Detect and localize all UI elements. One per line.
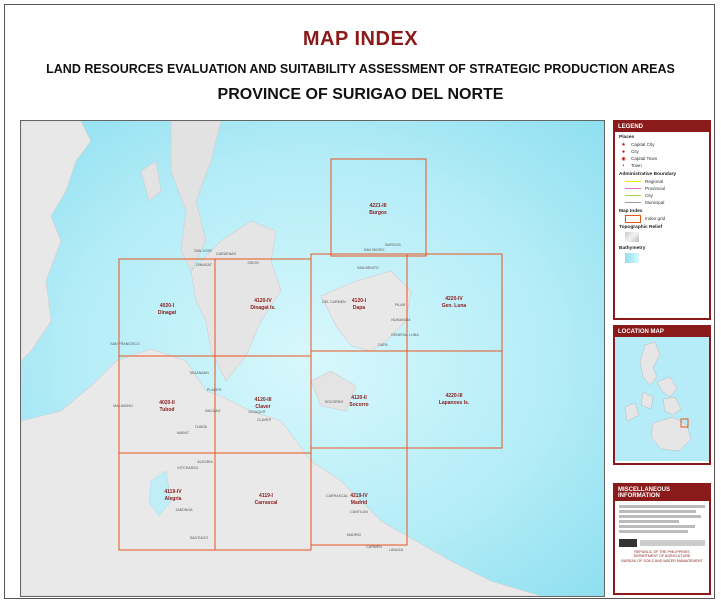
misc-info-title: MISCELLANEOUS INFORMATION: [615, 485, 709, 501]
city-line-icon: [625, 195, 641, 196]
sheet-code: 4020-II: [159, 400, 175, 406]
sheet-code: 4119-IV: [164, 489, 182, 495]
location-map-canvas: [615, 337, 709, 461]
place-label: BURGOS: [385, 243, 401, 247]
place-label: SAN ISIDRO: [364, 248, 385, 252]
agency-block: REPUBLIC OF THE PHILIPPINES DEPARTMENT O…: [621, 550, 703, 563]
legend-panel: LEGEND Places ★ Capital City ● City ◉ Capit…: [613, 120, 711, 320]
sheet-name: Madrid: [351, 500, 367, 506]
place-label: TUBOD: [195, 425, 208, 429]
sheet-code: 4020-I: [160, 303, 175, 309]
place-label: GIGAQUIT: [248, 410, 266, 414]
map-title: MAP INDEX: [302, 28, 419, 50]
legend-item: ◉ Capital Town: [615, 155, 709, 162]
place-label: SAN BENITO: [357, 266, 379, 270]
regional-line-icon: [625, 181, 641, 182]
place-label: DINAGAT: [196, 263, 213, 267]
legend-item: Municipal: [615, 199, 709, 206]
legend-item: ★ Capital City: [615, 141, 709, 148]
sheet-name: Tubod: [160, 407, 175, 413]
star-icon: ★: [621, 141, 626, 148]
place-label: CARMEN: [366, 545, 382, 549]
place-label: MADRID: [347, 533, 362, 537]
province-title: PROVINCE OF SURIGAO DEL NORTE: [217, 86, 504, 103]
index-map[interactable]: 4221-III Burgos 4020-I Dinagat 4120-IV D…: [20, 120, 605, 597]
sheet-name: Carrascal: [255, 500, 278, 506]
legend-bathy-heading: Bathymetry: [619, 246, 646, 251]
place-label: SANTIAGO: [190, 536, 209, 540]
sheet-code: 4119-I: [259, 493, 274, 499]
place-label: ALEGRIA: [197, 460, 213, 464]
sheet-code: Socorro: [349, 402, 368, 408]
place-label: CANTILAN: [350, 510, 368, 514]
license-badge-icon: [619, 539, 637, 547]
legend-item: City: [615, 192, 709, 199]
sheet-code: 4221-III: [370, 203, 388, 209]
legend-item: [615, 252, 709, 264]
legend-relief-heading: Topographic Relief: [619, 225, 663, 230]
sheet-code: 4120-III: [255, 397, 273, 403]
sheet-name: Burgos: [369, 210, 387, 216]
place-label: MALIMONO: [113, 404, 133, 408]
location-map-panel: LOCATION MAP: [613, 325, 711, 465]
legend-item: • Town: [615, 162, 709, 169]
map-subtitle: LAND RESOURCES EVALUATION AND SUITABILIT…: [46, 62, 675, 76]
municipal-line-icon: [625, 202, 641, 203]
misc-info-panel: MISCELLANEOUS INFORMATION REPUBLIC OF TH…: [613, 483, 711, 595]
place-label: CARRASCAL: [326, 494, 348, 498]
legend-item: ● City: [615, 148, 709, 155]
sheet-code: 4220-IV: [445, 296, 463, 302]
place-label: NUMANCIA: [391, 318, 411, 322]
place-label: SOCORRO: [325, 400, 344, 404]
legend-item: Regional: [615, 178, 709, 185]
legend-places-heading: Places: [619, 135, 635, 140]
misc-info-text: [615, 501, 709, 537]
legend-title: LEGEND: [615, 122, 709, 132]
sheet-name: Dapa: [353, 305, 365, 311]
sheet-name: Dinagat Is.: [250, 305, 276, 311]
place-label: SAN FRANCISCO: [110, 342, 140, 346]
place-label: PLACER: [207, 388, 222, 392]
place-label: PILAR: [395, 303, 406, 307]
legend-item: [615, 231, 709, 243]
index-grid-icon: [625, 214, 641, 223]
location-map-title: LOCATION MAP: [615, 327, 709, 337]
place-label: TAGANAAN: [189, 371, 209, 375]
sheet-name: Alegria: [165, 496, 182, 502]
legend-item: Index grid: [615, 214, 709, 223]
sheet-code: 4120-I: [352, 298, 367, 304]
sheet-name: Lapanoss Is.: [439, 400, 470, 406]
index-map-canvas: 4221-III Burgos 4020-I Dinagat 4120-IV D…: [21, 121, 604, 596]
sheet-code: 4220-III: [446, 393, 464, 399]
small-dot-icon: •: [622, 162, 625, 169]
legend-item: Provincial: [615, 185, 709, 192]
relief-swatch-icon: [625, 232, 639, 242]
license-row: [615, 537, 709, 549]
place-label: SAN JOSE: [194, 249, 212, 253]
place-label: KITCHARAO: [178, 466, 199, 470]
circle-dot-icon: ◉: [621, 155, 626, 162]
place-label: GENERAL LUNA: [391, 333, 419, 337]
place-label: CARDENAS: [216, 252, 237, 256]
place-label: LANUZA: [389, 548, 404, 552]
place-label: BACUAG: [205, 409, 220, 413]
place-label: SISON: [247, 261, 259, 265]
sheet-name: Gen. Luna: [442, 303, 467, 309]
place-label: DEL CARMEN: [322, 300, 346, 304]
place-label: DAPA: [378, 343, 388, 347]
bathymetry-swatch-icon: [625, 253, 639, 263]
sheet-code: 4120-II: [351, 395, 367, 401]
provincial-line-icon: [625, 188, 641, 189]
place-label: JABONGA: [175, 508, 193, 512]
dot-icon: ●: [621, 148, 626, 155]
place-label: CLAVER: [257, 418, 272, 422]
place-label: MAINIT: [177, 431, 190, 435]
sheet-name: Dinagat: [158, 310, 177, 316]
sheet-code: 4120-IV: [254, 298, 272, 304]
sheet-code: 4219-IV: [350, 493, 368, 499]
legend-boundary-heading: Administrative Boundary: [619, 172, 677, 177]
